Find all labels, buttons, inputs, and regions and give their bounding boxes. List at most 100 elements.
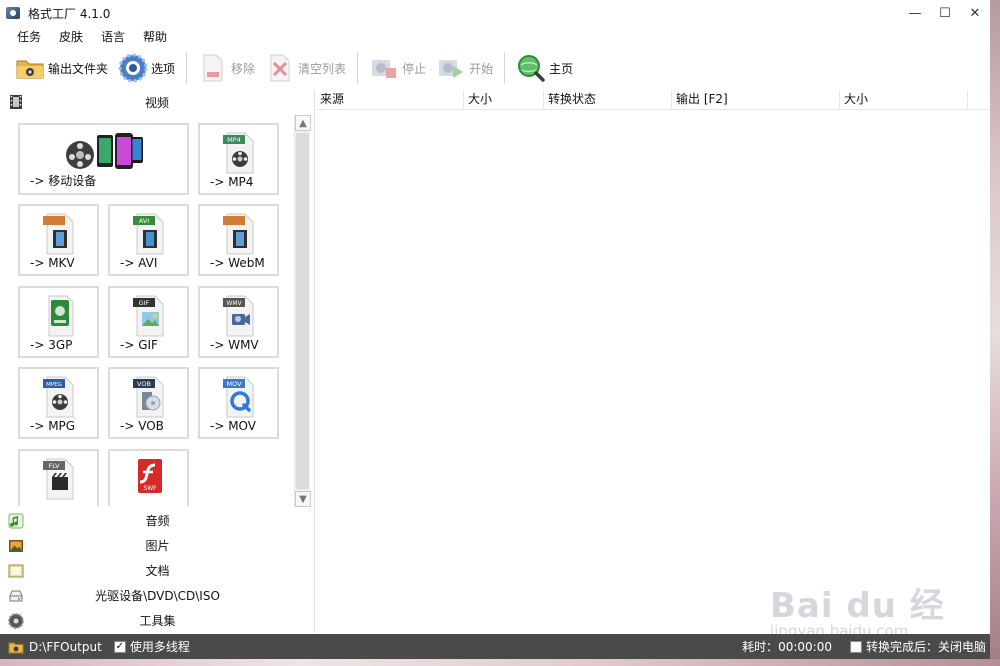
format-grid-scrollbar[interactable]: ▲ ▼ bbox=[294, 115, 311, 507]
options-button[interactable]: 选项 bbox=[113, 50, 180, 86]
tile-mkv[interactable]: -> MKV bbox=[18, 204, 99, 276]
toolbar-separator bbox=[504, 52, 506, 84]
multithread-checkbox[interactable]: ✓ bbox=[113, 640, 126, 653]
maximize-button[interactable]: ☐ bbox=[930, 0, 960, 26]
output-folder-label: 输出文件夹 bbox=[48, 61, 109, 76]
vob-file-icon: VOB bbox=[110, 373, 187, 421]
tile-label: -> VOB bbox=[120, 419, 164, 433]
menu-bar: 任务 皮肤 语言 帮助 bbox=[0, 26, 990, 46]
category-document[interactable]: 文档 bbox=[0, 558, 315, 583]
category-picture[interactable]: 图片 bbox=[0, 533, 315, 558]
clear-list-button[interactable]: 清空列表 bbox=[260, 50, 351, 86]
output-folder-button[interactable]: 输出文件夹 bbox=[10, 50, 113, 86]
category-list: 音频 图片 文档 光驱设备\DVD\CD\ISO 工具集 bbox=[0, 508, 315, 633]
column-output[interactable]: 输出 [F2] bbox=[672, 90, 840, 109]
tile-label: -> WMV bbox=[210, 338, 259, 352]
tile-3gp[interactable]: -> 3GP bbox=[18, 286, 99, 358]
tile-swf[interactable]: SWF bbox=[108, 449, 189, 506]
column-status[interactable]: 转换状态 bbox=[544, 90, 672, 109]
category-audio[interactable]: 音频 bbox=[0, 508, 315, 533]
column-source[interactable]: 来源 bbox=[316, 90, 464, 109]
tile-vob[interactable]: VOB -> VOB bbox=[108, 367, 189, 439]
app-icon bbox=[6, 7, 20, 19]
scroll-up-arrow-icon[interactable]: ▲ bbox=[295, 115, 311, 131]
menu-language[interactable]: 语言 bbox=[92, 28, 134, 45]
tile-label: -> MKV bbox=[30, 256, 75, 270]
remove-button[interactable]: 移除 bbox=[193, 50, 260, 86]
svg-text:MP4: MP4 bbox=[227, 136, 241, 144]
tile-label: -> MP4 bbox=[210, 175, 254, 189]
mp4-file-icon: MP4 bbox=[200, 129, 277, 177]
wmv-file-icon: WMV bbox=[200, 292, 277, 340]
after-done-label[interactable]: 转换完成后：关闭电脑 bbox=[866, 638, 986, 655]
remove-label: 移除 bbox=[231, 61, 256, 76]
output-path[interactable]: D:\FFOutput bbox=[29, 640, 102, 654]
status-bar: D:\FFOutput ✓ 使用多线程 耗时：00:00:00 转换完成后：关闭… bbox=[0, 634, 990, 659]
category-label: 文档 bbox=[145, 564, 170, 578]
after-done-checkbox[interactable] bbox=[849, 640, 862, 653]
clear-list-icon bbox=[265, 53, 295, 83]
category-label: 工具集 bbox=[139, 614, 176, 628]
tile-mobile-device[interactable]: -> 移动设备 bbox=[18, 123, 189, 195]
category-panel: 视频 -> 移动设备 MP4 -> MP4 -> MKV AVI -> AVI … bbox=[0, 90, 315, 633]
close-button[interactable]: ✕ bbox=[960, 0, 990, 26]
title-bar: 格式工厂 4.1.0 — ☐ ✕ bbox=[0, 0, 990, 26]
multithread-label[interactable]: 使用多线程 bbox=[130, 638, 190, 655]
tile-mov[interactable]: MOV -> MOV bbox=[198, 367, 279, 439]
video-category-label: 视频 bbox=[144, 95, 169, 110]
webm-file-icon bbox=[200, 210, 277, 258]
start-button[interactable]: 开始 bbox=[431, 50, 498, 86]
globe-search-icon bbox=[516, 53, 546, 83]
video-category-header[interactable]: 视频 bbox=[0, 90, 314, 114]
clear-list-label: 清空列表 bbox=[298, 61, 347, 76]
menu-skin[interactable]: 皮肤 bbox=[50, 28, 92, 45]
tile-avi[interactable]: AVI -> AVI bbox=[108, 204, 189, 276]
output-folder-icon[interactable] bbox=[8, 640, 24, 654]
options-label: 选项 bbox=[151, 61, 176, 76]
start-icon bbox=[436, 53, 466, 83]
svg-text:MOV: MOV bbox=[226, 380, 242, 388]
optical-drive-icon bbox=[8, 588, 24, 604]
menu-help[interactable]: 帮助 bbox=[134, 28, 176, 45]
toolbar-separator bbox=[357, 52, 359, 84]
document-icon bbox=[8, 563, 24, 579]
svg-text:WMV: WMV bbox=[226, 300, 242, 307]
stop-button[interactable]: 停止 bbox=[364, 50, 431, 86]
music-note-icon bbox=[8, 513, 24, 529]
column-size[interactable]: 大小 bbox=[464, 90, 544, 109]
start-label: 开始 bbox=[469, 61, 494, 76]
svg-text:SWF: SWF bbox=[143, 485, 157, 492]
tile-label: -> MPG bbox=[30, 419, 76, 433]
menu-task[interactable]: 任务 bbox=[8, 28, 50, 45]
tile-mp4[interactable]: MP4 -> MP4 bbox=[198, 123, 279, 195]
toolbar: 输出文件夹 选项 移除 清空列表 停止 开始 主页 bbox=[0, 47, 990, 89]
gif-file-icon: GIF bbox=[110, 292, 187, 340]
home-button[interactable]: 主页 bbox=[511, 50, 578, 86]
svg-text:AVI: AVI bbox=[138, 217, 148, 225]
category-toolbox[interactable]: 工具集 bbox=[0, 608, 315, 633]
tile-mpg[interactable]: MPEG -> MPG bbox=[18, 367, 99, 439]
minimize-button[interactable]: — bbox=[900, 0, 930, 26]
mpeg-file-icon: MPEG bbox=[20, 373, 97, 421]
window-title: 格式工厂 4.1.0 bbox=[28, 6, 111, 21]
tile-label: -> 3GP bbox=[30, 338, 73, 352]
scroll-thumb[interactable] bbox=[296, 133, 309, 489]
toolbox-icon bbox=[8, 612, 24, 629]
scroll-down-arrow-icon[interactable]: ▼ bbox=[295, 491, 311, 507]
tile-webm[interactable]: -> WebM bbox=[198, 204, 279, 276]
category-optical-drive[interactable]: 光驱设备\DVD\CD\ISO bbox=[0, 583, 315, 608]
background-photo-bottom bbox=[0, 659, 1000, 666]
task-list[interactable]: 来源 大小 转换状态 输出 [F2] 大小 bbox=[316, 90, 990, 633]
svg-text:VOB: VOB bbox=[137, 380, 151, 388]
swf-file-icon: SWF bbox=[110, 455, 187, 503]
background-photo-edge bbox=[990, 0, 1000, 666]
category-label: 音频 bbox=[145, 514, 170, 528]
tile-flv[interactable]: FLV bbox=[18, 449, 99, 506]
tile-wmv[interactable]: WMV -> WMV bbox=[198, 286, 279, 358]
svg-text:MPEG: MPEG bbox=[46, 382, 62, 388]
3gp-file-icon bbox=[20, 292, 97, 340]
tile-gif[interactable]: GIF -> GIF bbox=[108, 286, 189, 358]
category-label: 图片 bbox=[145, 539, 170, 553]
svg-text:GIF: GIF bbox=[138, 299, 149, 307]
column-output-size[interactable]: 大小 bbox=[840, 90, 968, 109]
